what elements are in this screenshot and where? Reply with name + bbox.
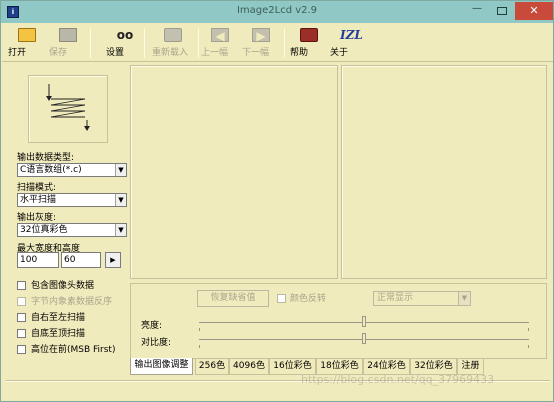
app-window: i Image2Lcd v2.9 — ✕ 打开 保存 oo 设置 重新载入 ◀ … xyxy=(0,0,554,402)
checkbox-box xyxy=(17,313,26,322)
brightness-ticks xyxy=(199,328,529,331)
chevron-down-icon: ▼ xyxy=(458,292,470,305)
checkbox-box xyxy=(17,297,26,306)
save-disk-icon xyxy=(59,28,77,42)
scan-mode-select[interactable]: 水平扫描 ▼ xyxy=(17,193,127,207)
display-mode-value: 正常显示 xyxy=(377,293,414,303)
tab-4096-color[interactable]: 4096色 xyxy=(229,359,269,375)
reload-icon xyxy=(164,28,182,42)
settings-button-label: 设置 xyxy=(106,48,125,58)
checkbox-label: 自底至顶扫描 xyxy=(31,329,86,339)
open-button[interactable]: 打开 xyxy=(8,26,46,60)
output-type-label: 输出数据类型: xyxy=(17,153,75,163)
reload-button[interactable]: 重新载入 xyxy=(152,26,194,60)
scan-mode-label: 扫描模式: xyxy=(17,183,57,193)
open-button-label: 打开 xyxy=(8,48,27,58)
image-adjust-panel: 恢复缺省值 颜色反转 正常显示 ▼ 亮度: 对比度: xyxy=(130,283,547,359)
help-book-icon xyxy=(300,28,318,42)
checkbox-label: 颜色反转 xyxy=(290,294,327,304)
next-button[interactable]: ▶ 下一幅 xyxy=(242,26,280,60)
toolbar-separator xyxy=(90,28,91,58)
checkbox-box xyxy=(17,329,26,338)
contrast-slider[interactable] xyxy=(362,333,366,344)
reset-defaults-button[interactable]: 恢复缺省值 xyxy=(197,290,269,307)
checkbox-box xyxy=(17,281,26,290)
output-type-value: C语言数组(*.c) xyxy=(20,165,82,175)
checkbox-label: 包含图像头数据 xyxy=(31,281,95,291)
scan-preview xyxy=(28,75,108,143)
about-button[interactable]: IZL 关于 xyxy=(330,26,368,60)
next-button-label: 下一幅 xyxy=(242,48,270,58)
tab-256-color[interactable]: 256色 xyxy=(195,359,229,375)
reload-button-label: 重新载入 xyxy=(152,48,189,58)
previous-button[interactable]: ◀ 上一幅 xyxy=(201,26,239,60)
close-button[interactable]: ✕ xyxy=(515,2,553,20)
settings-panel: 输出数据类型: C语言数组(*.c) ▼ 扫描模式: 水平扫描 ▼ 输出灰度: … xyxy=(8,65,127,375)
next-image-icon: ▶ xyxy=(252,28,270,43)
help-button-label: 帮助 xyxy=(290,48,309,58)
checkbox-box xyxy=(17,345,26,354)
output-gray-select[interactable]: 32位真彩色 ▼ xyxy=(17,223,127,237)
title-bar[interactable]: i Image2Lcd v2.9 — ✕ xyxy=(1,1,553,23)
chevron-down-icon: ▼ xyxy=(115,194,126,206)
toolbar-separator xyxy=(284,28,285,58)
chevron-down-icon: ▼ xyxy=(115,164,126,176)
about-button-label: 关于 xyxy=(330,48,349,58)
chevron-right-icon: ▶ xyxy=(110,256,116,264)
tab-image-adjust[interactable]: 输出图像调整 xyxy=(130,358,193,375)
display-mode-select[interactable]: 正常显示 ▼ xyxy=(373,291,471,306)
open-folder-icon xyxy=(18,28,36,42)
output-type-select[interactable]: C语言数组(*.c) ▼ xyxy=(17,163,127,177)
toolbar: 打开 保存 oo 设置 重新载入 ◀ 上一幅 ▶ 下一幅 帮助 IZL 关于 xyxy=(2,24,553,62)
chevron-down-icon: ▼ xyxy=(115,224,126,236)
output-gray-value: 32位真彩色 xyxy=(20,225,68,235)
apply-size-button[interactable]: ▶ xyxy=(105,252,121,268)
watermark: https://blog.csdn.net/qq_37969433 xyxy=(301,373,495,386)
help-button[interactable]: 帮助 xyxy=(290,26,328,60)
previous-image-icon: ◀ xyxy=(211,28,229,43)
minimize-button[interactable]: — xyxy=(465,3,489,19)
save-button-label: 保存 xyxy=(49,48,68,58)
output-gray-label: 输出灰度: xyxy=(17,213,57,223)
brightness-label: 亮度: xyxy=(141,321,163,331)
maximize-icon xyxy=(497,7,507,15)
scan-direction-icon xyxy=(46,84,90,131)
checkbox-label: 字节内象素数据反序 xyxy=(31,297,113,307)
max-width-input[interactable]: 100 xyxy=(17,252,59,268)
contrast-label: 对比度: xyxy=(141,338,172,348)
source-image-pane[interactable] xyxy=(130,65,338,279)
checkbox-box xyxy=(277,294,286,303)
checkbox-label: 自右至左扫描 xyxy=(31,313,86,323)
output-image-pane[interactable] xyxy=(341,65,547,279)
save-button[interactable]: 保存 xyxy=(49,26,87,60)
previous-button-label: 上一幅 xyxy=(201,48,229,58)
maximize-button[interactable] xyxy=(491,3,513,19)
brightness-slider[interactable] xyxy=(362,316,366,327)
settings-button[interactable]: oo 设置 xyxy=(106,26,144,60)
toolbar-separator xyxy=(144,28,145,58)
about-izl-icon: IZL xyxy=(340,28,363,42)
max-height-input[interactable]: 60 xyxy=(61,252,101,268)
checkbox-label: 高位在前(MSB First) xyxy=(31,345,116,355)
scan-mode-value: 水平扫描 xyxy=(20,195,57,205)
contrast-ticks xyxy=(199,345,529,348)
settings-glasses-icon: oo xyxy=(116,28,134,42)
toolbar-separator xyxy=(198,28,199,58)
